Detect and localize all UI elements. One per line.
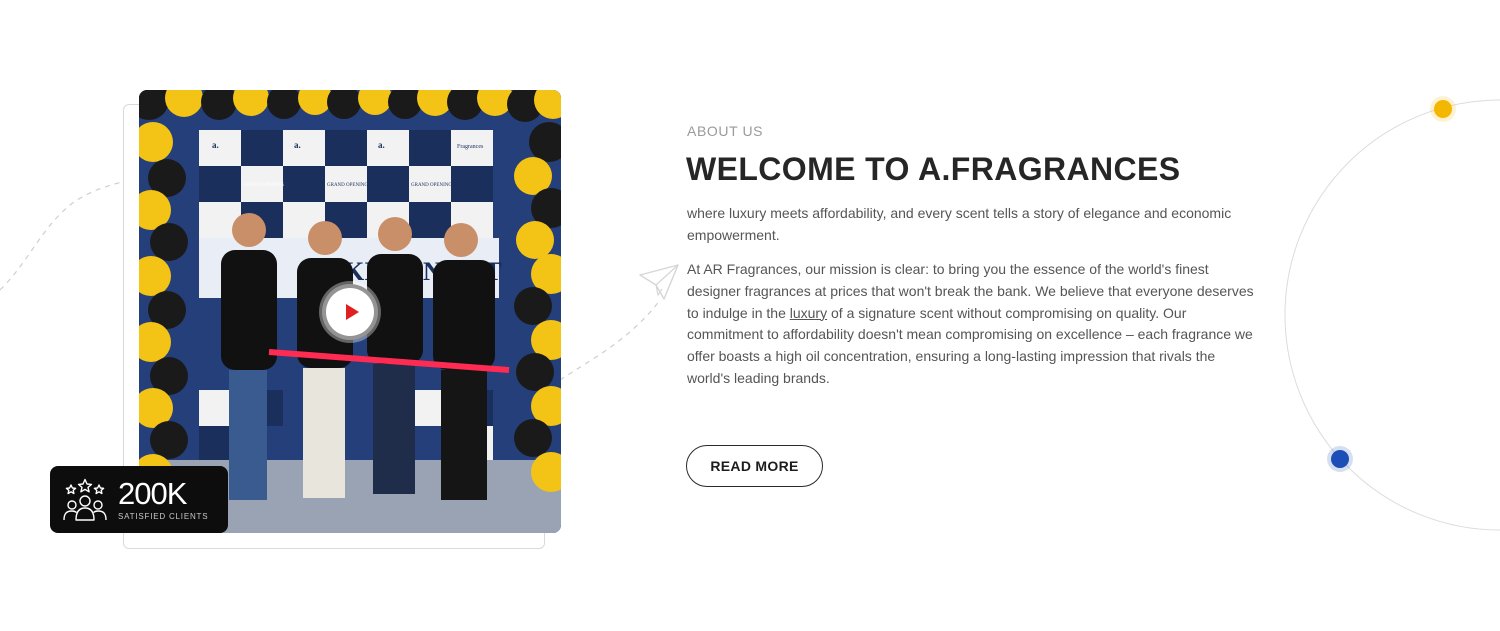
page-title: WELCOME TO A.FRAGRANCES (686, 151, 1181, 187)
svg-text:GRAND OPENING: GRAND OPENING (327, 183, 368, 188)
stats-value: 200K (118, 476, 187, 511)
mission-paragraph: At AR Fragrances, our mission is clear: … (687, 259, 1257, 390)
dashed-flight-path-right (559, 299, 661, 381)
stats-label: SATISFIED CLIENTS (118, 512, 209, 521)
section-eyebrow: ABOUT US (687, 123, 764, 139)
satisfied-clients-icon (63, 478, 107, 521)
orbit-circle (1284, 99, 1500, 531)
svg-text:GRAND OPENING: GRAND OPENING (243, 183, 284, 188)
paper-plane-icon (639, 264, 679, 300)
satisfied-clients-badge: 200K SATISFIED CLIENTS (50, 466, 228, 533)
intro-paragraph: where luxury meets affordability, and ev… (687, 205, 1232, 243)
svg-text:a.: a. (212, 140, 219, 150)
svg-text:Fragrances: Fragrances (457, 144, 484, 150)
play-icon (345, 304, 359, 320)
orbit-dot-blue (1331, 450, 1349, 468)
play-video-button[interactable] (322, 284, 378, 340)
orbit-dot-yellow (1434, 100, 1452, 118)
svg-text:a.: a. (294, 140, 301, 150)
dashed-flight-path (0, 179, 131, 291)
svg-text:GRAND OPENING: GRAND OPENING (411, 183, 452, 188)
read-more-button[interactable]: READ MORE (686, 445, 823, 487)
luxury-link[interactable]: luxury (790, 305, 827, 321)
svg-text:a.: a. (378, 140, 385, 150)
